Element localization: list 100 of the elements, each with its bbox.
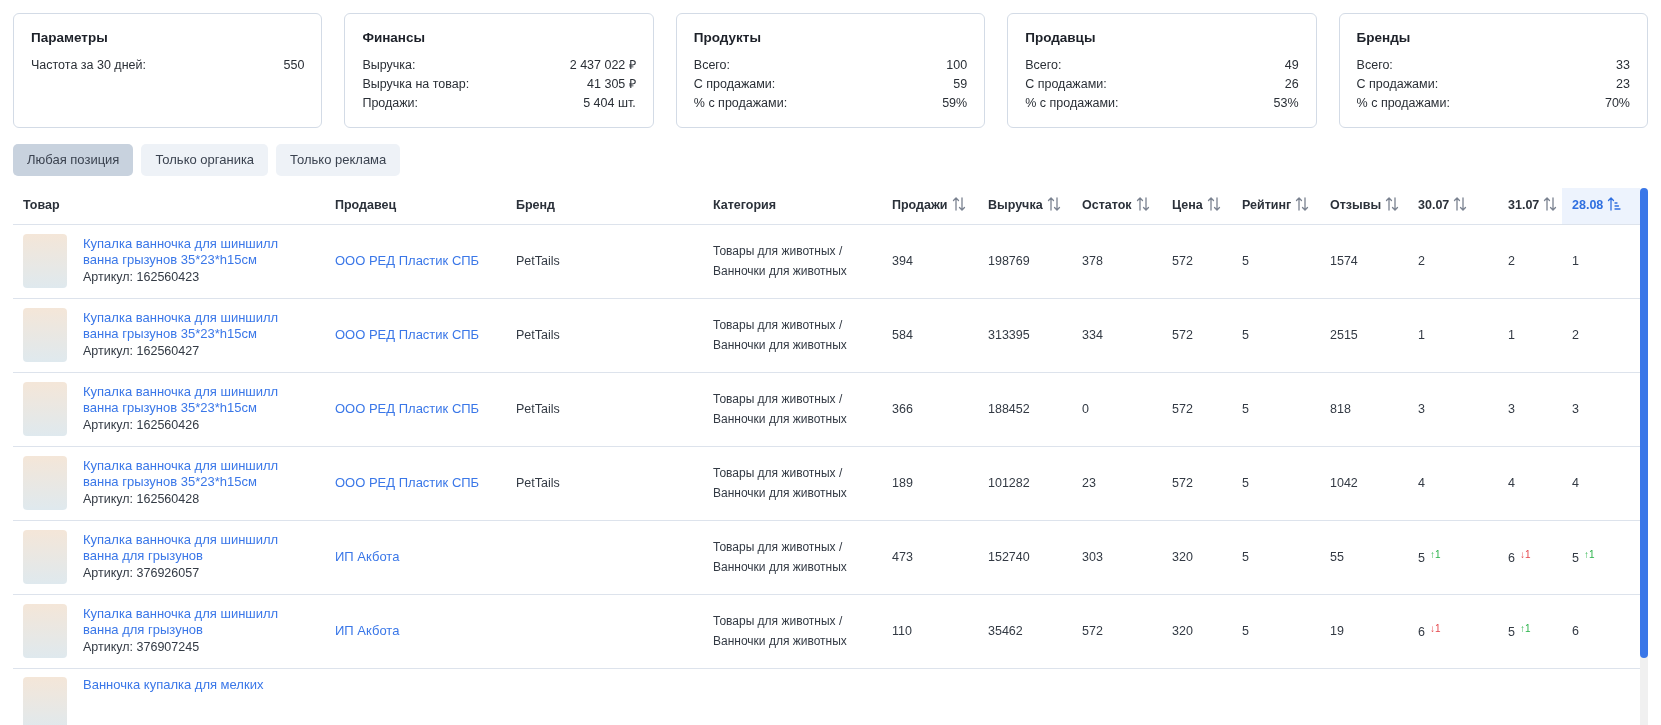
table-cell: 188452 xyxy=(988,401,1030,416)
product-photo-placeholder xyxy=(23,456,67,511)
product-link[interactable]: Купалка ванночка для шиншилл ванна грызунов 35*23*h15см xyxy=(83,457,288,490)
category-path: Товары для животных / Ванночки для животных xyxy=(713,539,848,577)
product-photo-placeholder xyxy=(23,530,67,585)
seller-link[interactable]: ООО РЕД Пластик СПБ xyxy=(335,327,480,343)
stat-value: 26 xyxy=(1284,76,1299,94)
card-title: Продавцы xyxy=(1025,29,1097,47)
article-number: Артикул: 376926057 xyxy=(83,564,201,582)
stat-label: % с продажами: xyxy=(1356,95,1450,113)
sort-icon[interactable] xyxy=(1046,197,1061,212)
product-photo-placeholder xyxy=(23,234,67,289)
table-cell: 584 xyxy=(892,327,913,342)
table-cell: 35462 xyxy=(988,623,1023,638)
stat-label: Всего: xyxy=(693,57,731,75)
category-path: Товары для животных / Ванночки для животных xyxy=(713,317,848,355)
column-header[interactable]: Остаток xyxy=(1072,188,1162,224)
position-value: 4 xyxy=(1508,475,1515,490)
position-value: 1 xyxy=(1572,253,1579,268)
table-cell: 101282 xyxy=(988,475,1030,490)
stat-label: % с продажами: xyxy=(1025,95,1119,113)
seller-link[interactable]: ООО РЕД Пластик СПБ xyxy=(335,401,480,417)
stat-value: 49 xyxy=(1284,57,1299,75)
stat-label: Всего: xyxy=(1356,57,1393,75)
article-number: Артикул: 162560426 xyxy=(83,416,201,434)
table-cell: 19 xyxy=(1330,623,1344,638)
seller-link[interactable]: ИП Акбота xyxy=(335,549,400,565)
filter-tab[interactable]: Любая позиция xyxy=(13,144,134,176)
stat-label: Всего: xyxy=(1025,57,1062,75)
sort-icon[interactable] xyxy=(1295,197,1310,212)
position-value: 5 xyxy=(1508,624,1515,639)
table-cell: 334 xyxy=(1082,327,1103,342)
column-header: Бренд xyxy=(506,188,703,224)
product-link[interactable]: Купалка ванночка для шиншилл ванна для грызунов xyxy=(83,605,288,638)
stat-value: 33 xyxy=(1616,57,1630,75)
column-header[interactable]: Цена xyxy=(1162,188,1232,224)
stat-value: 5 404 шт. xyxy=(583,95,636,113)
table-cell: 572 xyxy=(1172,475,1193,490)
sort-icon[interactable] xyxy=(1543,197,1558,212)
stat-value: 550 xyxy=(283,57,305,75)
stat-label: Продажи: xyxy=(362,95,419,113)
stat-value: 53% xyxy=(1273,95,1299,113)
table-cell: 5 xyxy=(1242,253,1249,268)
column-header[interactable]: Продажи xyxy=(882,188,978,224)
table-cell: 366 xyxy=(892,401,913,416)
product-link[interactable]: Купалка ванночка для шиншилл ванна грызунов 35*23*h15см xyxy=(83,235,288,268)
sort-ascending-icon[interactable] xyxy=(1607,197,1622,212)
sort-icon[interactable] xyxy=(1206,197,1221,212)
stat-value: 41 305 ₽ xyxy=(587,76,636,94)
table-cell: 55 xyxy=(1330,549,1344,564)
brand-name: PetTails xyxy=(516,475,560,490)
position-value: 4 xyxy=(1572,475,1579,490)
stat-label: % с продажами: xyxy=(693,95,788,113)
sort-icon[interactable] xyxy=(1453,197,1468,212)
table-cell: 320 xyxy=(1172,623,1193,638)
brand-name: PetTails xyxy=(516,401,560,416)
position-change: ↓1 xyxy=(1429,622,1441,634)
table-cell: 23 xyxy=(1082,475,1096,490)
article-number: Артикул: 162560428 xyxy=(83,490,201,508)
stat-label: Частота за 30 дней: xyxy=(31,57,146,75)
column-header[interactable]: Отзывы xyxy=(1320,188,1408,224)
filter-tab[interactable]: Только реклама xyxy=(276,144,401,176)
seller-link[interactable]: ООО РЕД Пластик СПБ xyxy=(335,253,480,269)
seller-link[interactable]: ИП Акбота xyxy=(335,623,400,639)
category-path: Товары для животных / Ванночки для животных xyxy=(713,243,848,281)
product-photo-placeholder xyxy=(23,308,67,363)
product-photo-placeholder xyxy=(23,382,67,437)
table-cell: 572 xyxy=(1172,327,1193,342)
table-cell: 198769 xyxy=(988,253,1030,268)
sort-icon[interactable] xyxy=(1385,197,1400,212)
sort-icon[interactable] xyxy=(951,197,966,212)
product-link[interactable]: Купалка ванночка для шиншилл ванна грызунов 35*23*h15см xyxy=(83,383,288,416)
stat-value: 59 xyxy=(953,76,968,94)
product-link[interactable]: Купалка ванночка для шиншилл ванна грызунов 35*23*h15см xyxy=(83,309,288,342)
table-cell: 189 xyxy=(892,475,913,490)
table-cell: 2515 xyxy=(1330,327,1358,342)
article-number: Артикул: 162560427 xyxy=(83,342,201,360)
sort-icon[interactable] xyxy=(1135,197,1150,212)
table-cell: 394 xyxy=(892,253,913,268)
table-cell: 0 xyxy=(1082,401,1089,416)
product-link[interactable]: Купалка ванночка для шиншилл ванна для грызунов xyxy=(83,531,288,564)
table-cell: 1042 xyxy=(1330,475,1358,490)
column-header[interactable]: Выручка xyxy=(978,188,1072,224)
position-value: 6 xyxy=(1418,624,1425,639)
category-path: Товары для животных / Ванночки для животных xyxy=(713,613,848,651)
table-cell: 110 xyxy=(892,623,912,638)
card-title: Продукты xyxy=(693,29,762,47)
column-header[interactable]: 28.08 xyxy=(1562,188,1640,224)
position-value: 2 xyxy=(1572,327,1579,342)
column-header[interactable]: 30.07 xyxy=(1408,188,1498,224)
filter-tab[interactable]: Только органика xyxy=(141,144,269,176)
product-link[interactable]: Ванночка купалка для мелких xyxy=(83,676,264,693)
column-header: Категория xyxy=(703,188,882,224)
seller-link[interactable]: ООО РЕД Пластик СПБ xyxy=(335,475,480,491)
table-cell: 473 xyxy=(892,549,913,564)
product-photo-placeholder xyxy=(23,676,67,725)
stat-label: С продажами: xyxy=(1356,76,1439,94)
column-header[interactable]: Рейтинг xyxy=(1232,188,1320,224)
column-header: Товар xyxy=(13,188,325,224)
table-cell: 313395 xyxy=(988,327,1030,342)
